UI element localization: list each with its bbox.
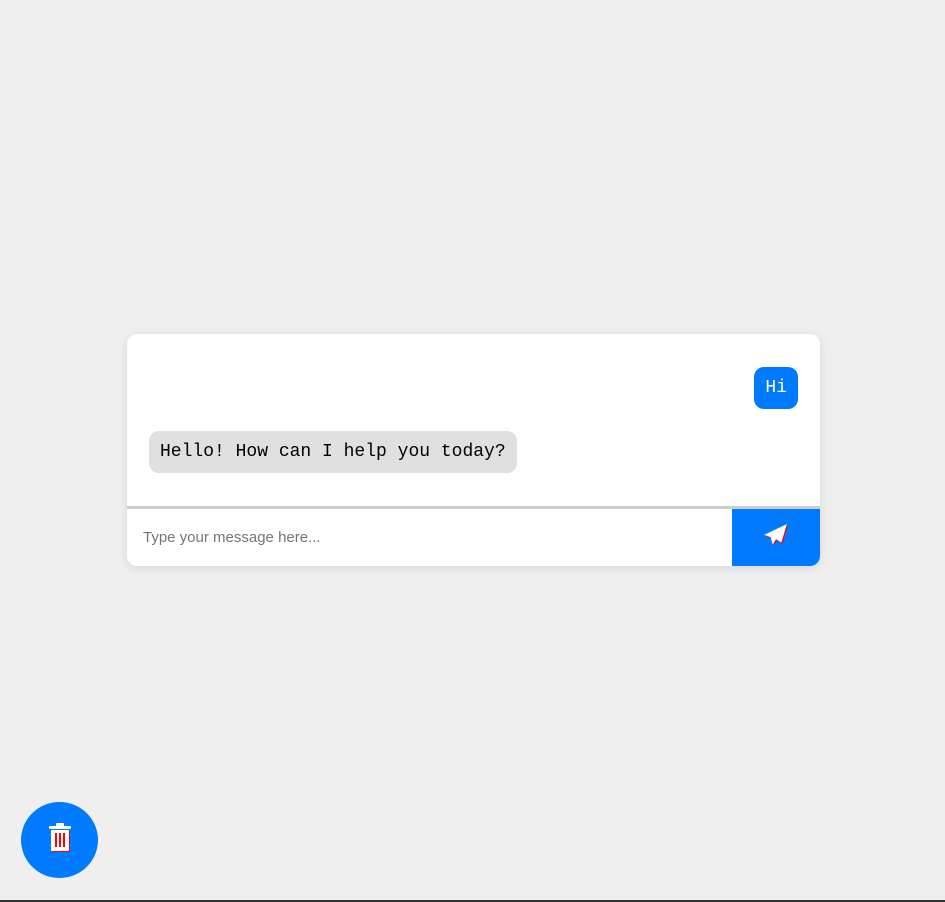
trash-icon	[47, 822, 73, 858]
paper-plane-icon	[763, 523, 789, 552]
send-button[interactable]	[732, 509, 820, 566]
bot-message: Hello! How can I help you today?	[149, 431, 517, 473]
chat-window: Hi Hello! How can I help you today?	[127, 334, 820, 566]
message-input[interactable]	[127, 509, 732, 566]
message-list: Hi Hello! How can I help you today?	[127, 334, 820, 509]
clear-chat-button[interactable]	[21, 802, 98, 878]
user-message: Hi	[754, 367, 798, 409]
